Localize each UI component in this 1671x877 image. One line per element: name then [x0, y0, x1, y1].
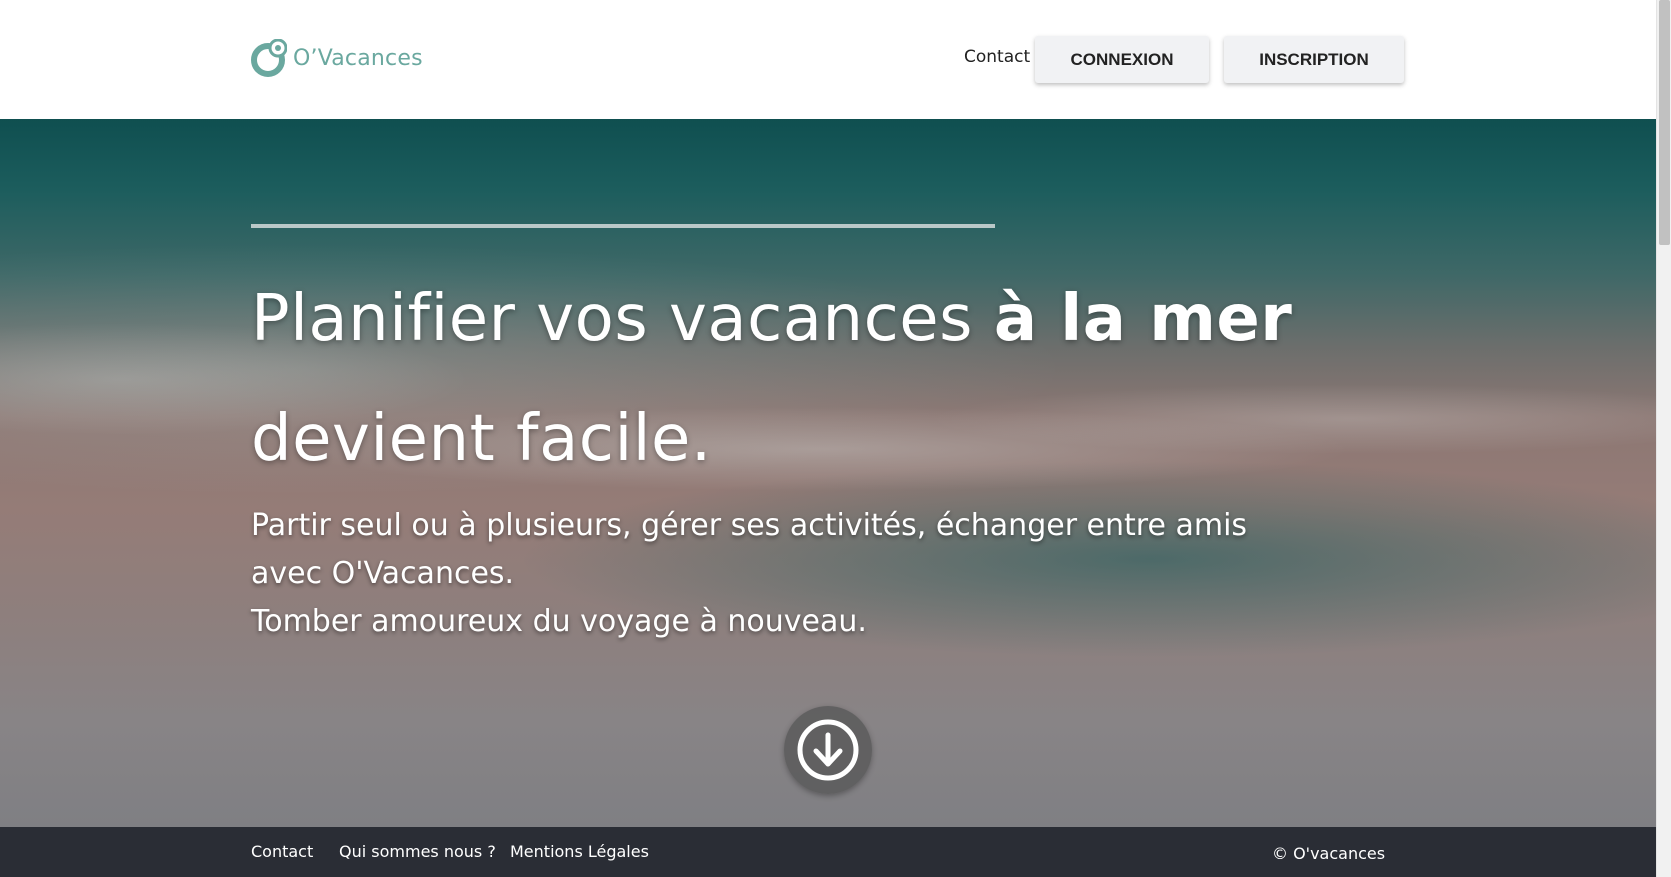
scrollbar-thumb[interactable]	[1659, 0, 1670, 245]
footer-link-legal[interactable]: Mentions Légales	[510, 842, 649, 861]
hero-title-part2: devient facile.	[251, 402, 712, 476]
arrow-down-circle-icon	[797, 719, 859, 781]
hero-divider	[251, 224, 995, 228]
hero-section: Planifier vos vacances à la mer devient …	[0, 119, 1656, 827]
scroll-down-button[interactable]	[784, 706, 872, 794]
hero-title-part1: Planifier vos vacances	[251, 282, 994, 356]
logo[interactable]: O’Vacances	[251, 38, 423, 78]
hero-title: Planifier vos vacances à la mer devient …	[251, 259, 1351, 499]
nav-contact-link[interactable]: Contact	[964, 47, 1030, 67]
logo-text: O’Vacances	[293, 45, 423, 71]
footer-link-contact[interactable]: Contact	[251, 842, 313, 861]
logo-icon	[251, 39, 287, 77]
footer-copyright: © O'vacances	[1272, 844, 1386, 863]
site-footer: Contact Qui sommes nous ? Mentions Légal…	[0, 827, 1656, 877]
hero-subtitle-line2: Tomber amoureux du voyage à nouveau.	[251, 604, 867, 639]
page: O’Vacances Contact CONNEXION INSCRIPTION…	[0, 0, 1671, 877]
hero-subtitle-line1: Partir seul ou à plusieurs, gérer ses ac…	[251, 508, 1248, 591]
hero-title-highlight: à la mer	[993, 282, 1293, 356]
site-header: O’Vacances Contact CONNEXION INSCRIPTION	[0, 0, 1656, 119]
hero-subtitle: Partir seul ou à plusieurs, gérer ses ac…	[251, 502, 1301, 646]
vertical-scrollbar[interactable]	[1656, 0, 1671, 877]
signup-button[interactable]: INSCRIPTION	[1224, 36, 1404, 83]
login-button[interactable]: CONNEXION	[1035, 36, 1209, 83]
footer-link-about[interactable]: Qui sommes nous ?	[339, 842, 496, 861]
